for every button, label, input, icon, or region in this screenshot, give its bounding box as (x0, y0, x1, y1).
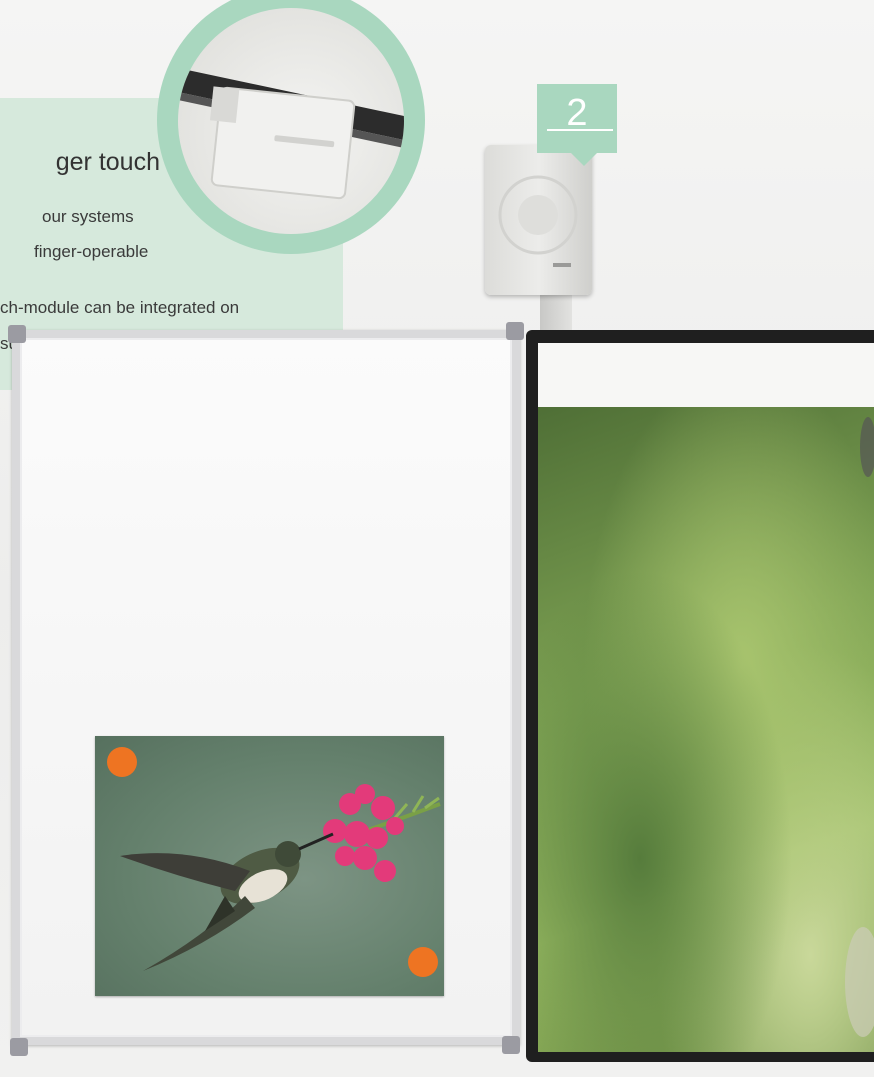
info-text-line-2: finger-operable (34, 242, 149, 261)
whiteboard-corner-bottom-left (10, 1038, 28, 1056)
step-number-badge: 2 (537, 84, 617, 153)
badge-pointer (570, 152, 598, 166)
speaker-icon (485, 145, 592, 295)
hummingbird-icon (120, 784, 441, 971)
touch-module-icon (178, 8, 404, 234)
info-text-line-3: ch-module can be integrated on (0, 298, 240, 317)
hummingbird-poster (95, 736, 444, 996)
projector-screen-top (538, 343, 874, 407)
badge-underline (547, 129, 613, 131)
whiteboard-corner-top-right (506, 322, 524, 340)
whiteboard-corner-bottom-right (502, 1036, 520, 1054)
info-text-line-1: our systems (42, 207, 134, 226)
magnet-top-left (107, 747, 137, 777)
info-title: ger touch (55, 148, 160, 176)
magnet-bottom-right (408, 947, 438, 977)
projected-image (538, 407, 874, 1052)
whiteboard-corner-top-left (8, 325, 26, 343)
